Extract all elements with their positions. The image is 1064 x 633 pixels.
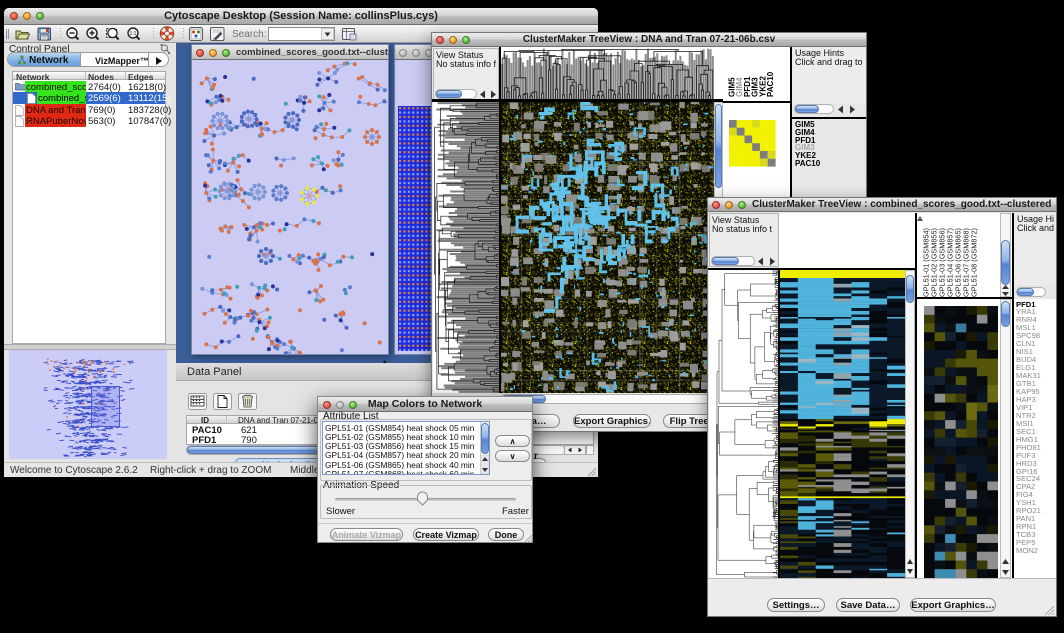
svg-text:1:1: 1:1 <box>130 31 137 37</box>
svg-text:PAC10: PAC10 <box>766 71 775 97</box>
svg-text:Search:: Search: <box>232 29 266 40</box>
svg-text:GPL51-08 (GSM872): GPL51-08 (GSM872) <box>970 228 979 297</box>
